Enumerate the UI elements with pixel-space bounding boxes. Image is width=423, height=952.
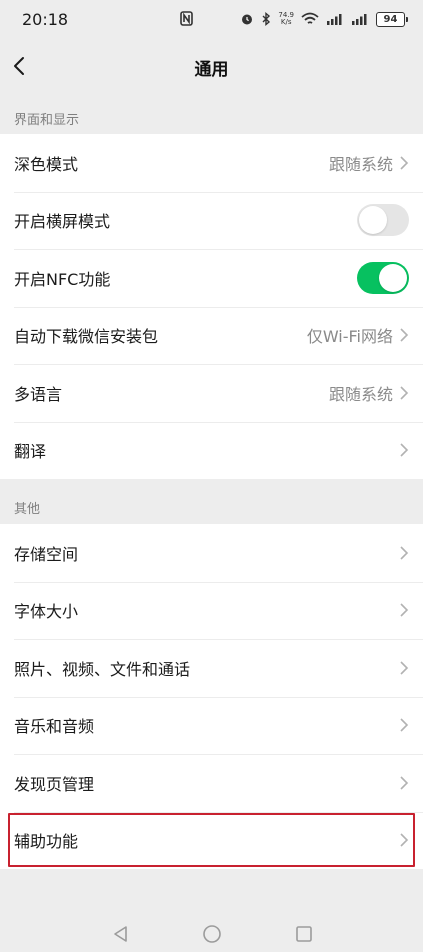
chevron-right-icon xyxy=(400,546,409,560)
row-label: 存储空间 xyxy=(14,544,79,564)
navigation-bar: 通用 xyxy=(0,38,423,94)
setting-dark-mode[interactable]: 深色模式 跟随系统 xyxy=(0,134,423,192)
network-speed: 74.9 K/s xyxy=(278,11,294,26)
row-label: 辅助功能 xyxy=(14,832,79,852)
setting-translate[interactable]: 翻译 xyxy=(0,421,423,480)
setting-language[interactable]: 多语言 跟随系统 xyxy=(0,364,423,422)
wifi-icon xyxy=(301,12,319,24)
status-bar: 20:18 74.9 K/s 94 xyxy=(0,0,423,38)
row-label: 深色模式 xyxy=(14,154,79,174)
row-label: 字体大小 xyxy=(14,602,79,622)
bluetooth-icon xyxy=(262,12,271,26)
row-value: 跟随系统 xyxy=(328,154,393,174)
page-title: 通用 xyxy=(194,60,229,80)
battery-indicator: 94 xyxy=(376,11,408,27)
chevron-right-icon xyxy=(400,833,409,847)
status-time: 20:18 xyxy=(22,9,69,29)
row-value: 仅Wi-Fi网络 xyxy=(306,327,393,347)
setting-music-audio[interactable]: 音乐和音频 xyxy=(0,696,423,755)
toggle-knob xyxy=(379,263,407,292)
setting-font-size[interactable]: 字体大小 xyxy=(0,581,423,640)
row-value: 跟随系统 xyxy=(328,384,393,404)
status-icons: 74.9 K/s 94 xyxy=(240,11,408,27)
chevron-right-icon xyxy=(400,328,409,342)
chevron-right-icon xyxy=(400,443,409,457)
row-label: 音乐和音频 xyxy=(14,717,95,737)
setting-auto-download[interactable]: 自动下载微信安装包 仅Wi-Fi网络 xyxy=(0,306,423,365)
recents-square-icon[interactable] xyxy=(294,924,314,944)
section-header-other: 其他 xyxy=(14,502,41,517)
system-navigation-bar xyxy=(0,916,423,952)
settings-group-display: 深色模式 跟随系统 开启横屏模式 开启NFC功能 自动下载微信安装包 仅Wi-F… xyxy=(0,134,423,479)
chevron-right-icon xyxy=(400,661,409,675)
row-label: 照片、视频、文件和通话 xyxy=(14,659,191,679)
cellular-signal-icon xyxy=(352,13,367,25)
setting-media-files-calls[interactable]: 照片、视频、文件和通话 xyxy=(0,639,423,697)
chevron-right-icon xyxy=(400,603,409,617)
toggle-knob xyxy=(359,206,387,235)
row-label: 开启横屏模式 xyxy=(14,212,111,232)
row-label: 开启NFC功能 xyxy=(14,269,111,289)
settings-group-other: 存储空间 字体大小 照片、视频、文件和通话 音乐和音频 发现页管理 辅助功能 xyxy=(0,524,423,869)
nfc-icon xyxy=(180,11,193,26)
nfc-toggle[interactable] xyxy=(357,261,409,294)
alarm-icon xyxy=(242,14,253,25)
section-header-display: 界面和显示 xyxy=(14,113,80,128)
setting-landscape-mode: 开启横屏模式 xyxy=(0,191,423,250)
cellular-signal-icon xyxy=(327,13,342,25)
chevron-right-icon xyxy=(400,386,409,400)
setting-accessibility[interactable]: 辅助功能 xyxy=(0,811,423,870)
row-label: 发现页管理 xyxy=(14,774,95,794)
chevron-right-icon xyxy=(400,718,409,732)
setting-nfc: 开启NFC功能 xyxy=(0,249,423,307)
setting-storage[interactable]: 存储空间 xyxy=(0,524,423,582)
row-label: 自动下载微信安装包 xyxy=(14,327,159,347)
row-label: 翻译 xyxy=(14,442,47,462)
landscape-mode-toggle[interactable] xyxy=(357,204,409,237)
chevron-right-icon xyxy=(400,776,409,790)
home-circle-icon[interactable] xyxy=(202,924,222,944)
chevron-right-icon xyxy=(400,156,409,170)
setting-discover-management[interactable]: 发现页管理 xyxy=(0,754,423,812)
back-triangle-icon[interactable] xyxy=(111,924,131,944)
row-label: 多语言 xyxy=(14,384,63,404)
